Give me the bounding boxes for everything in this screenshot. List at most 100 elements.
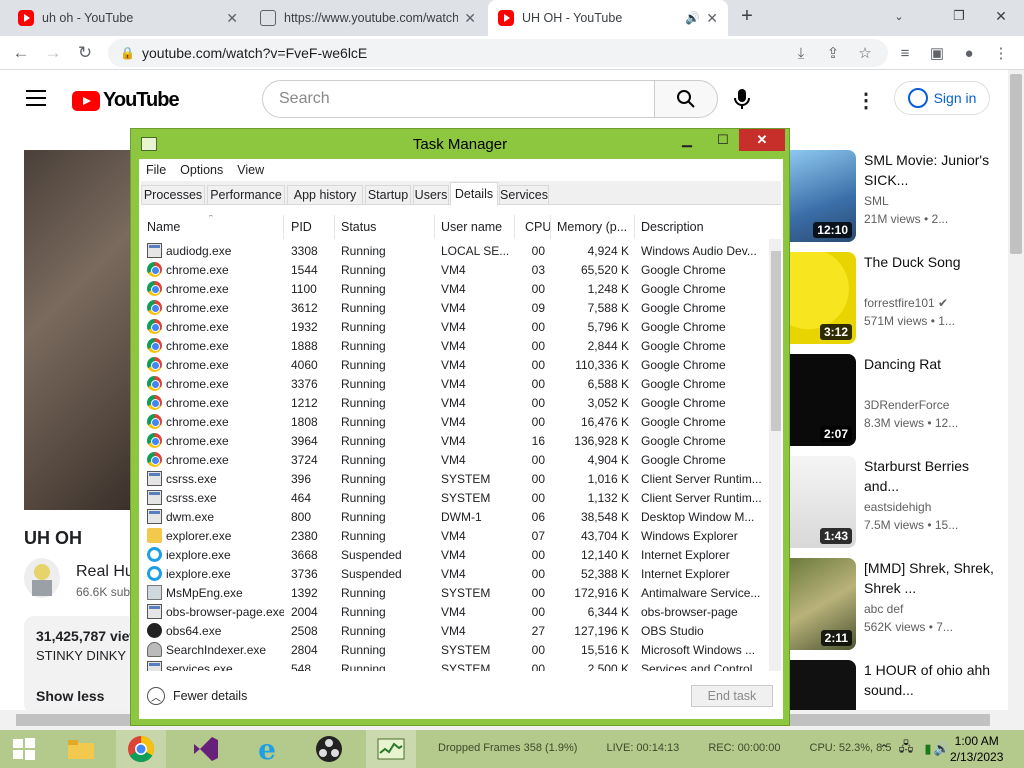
media-control-icon[interactable]: ≡ [894,42,916,64]
recommended-video[interactable]: 1 HOUR of ohio ahh sound... [788,660,1008,710]
table-row[interactable]: dwm.exe 800 Running DWM-1 06 38,548 K Desktop … [141,507,771,526]
table-row[interactable]: chrome.exe 3376 Running VM4 00 6,588 K Google … [141,374,771,393]
close-icon[interactable]: ✕ [739,129,785,151]
column-header-name[interactable]: Name ⌃ [141,215,284,239]
recommended-video[interactable]: 2:07 Dancing Rat 3DRenderForce 8.3M view… [788,354,1008,446]
recommended-video[interactable]: 3:12 The Duck Song forrestfire101 ✔ 571M… [788,252,1008,344]
install-app-icon[interactable]: ⤓ [790,42,812,64]
tab-details[interactable]: Details [450,182,498,206]
table-row[interactable]: audiodg.exe 3308 Running LOCAL SE... 00 4,924… [141,241,771,260]
table-row[interactable]: services.exe 548 Running SYSTEM 00 2,500 K Ser… [141,659,771,671]
table-row[interactable]: chrome.exe 1888 Running VM4 00 2,844 K Google … [141,336,771,355]
tray-overflow-icon[interactable]: ⌃ [874,730,894,768]
reload-icon[interactable]: ↻ [72,40,98,66]
grid-scroll-thumb[interactable] [771,251,781,431]
tab-close-icon[interactable]: ✕ [226,10,238,27]
chrome-taskbar-icon[interactable] [116,730,166,768]
tab-app-history[interactable]: App history [287,185,363,205]
table-row[interactable]: MsMpEng.exe 1392 Running SYSTEM 00 172,916 K A… [141,583,771,602]
tab-close-icon[interactable]: ✕ [706,10,718,27]
address-bar[interactable]: 🔒 youtube.com/watch?v=FveF-we6lcE [108,39,888,67]
tab-users[interactable]: Users [413,185,449,205]
minimize-icon[interactable]: ▁ [671,129,703,151]
table-row[interactable]: chrome.exe 3964 Running VM4 16 136,928 K Googl… [141,431,771,450]
table-row[interactable]: SearchIndexer.exe 2804 Running SYSTEM 00 15,5… [141,640,771,659]
recommended-video[interactable]: 12:10 SML Movie: Junior's SICK... SML 21… [788,150,1008,242]
table-row[interactable]: obs64.exe 2508 Running VM4 27 127,196 K OBS St… [141,621,771,640]
tab-processes[interactable]: Processes [141,185,205,205]
restore-window-icon[interactable]: ❐ [938,0,980,32]
column-header-description[interactable]: Description [635,215,767,239]
channel-avatar[interactable] [24,558,60,598]
forward-arrow-icon[interactable]: → [40,40,66,66]
recommended-video[interactable]: 2:11 [MMD] Shrek, Shrek, Shrek ... abc d… [788,558,1008,650]
more-options-icon[interactable]: ⋮ [856,88,876,113]
start-windows-icon[interactable] [4,730,44,768]
tab-startup[interactable]: Startup [365,185,411,205]
browser-menu-icon[interactable]: ⋮ [990,42,1012,64]
browser-tab-2[interactable]: https://www.youtube.com/watch ✕ [250,0,486,36]
column-header-user[interactable]: User name [435,215,515,239]
cell-text: Suspended [341,566,402,581]
network-icon[interactable]: 🖧 [896,730,916,768]
audio-playing-icon[interactable]: 🔊 [685,11,700,25]
menu-view[interactable]: View [230,163,271,177]
table-row[interactable]: csrss.exe 396 Running SYSTEM 00 1,016 K Client… [141,469,771,488]
browser-tab-3-active[interactable]: UH OH - YouTube 🔊 ✕ [488,0,728,36]
profile-avatar-icon[interactable]: ● [958,42,980,64]
table-row[interactable]: chrome.exe 1808 Running VM4 00 16,476 K Google… [141,412,771,431]
tab-performance[interactable]: Performance [207,185,285,205]
search-input[interactable]: Search [262,80,655,118]
tab-services[interactable]: Services [499,185,549,205]
table-row[interactable]: explorer.exe 2380 Running VM4 07 43,704 K Wind… [141,526,771,545]
menu-file[interactable]: File [139,163,173,177]
table-row[interactable]: chrome.exe 3724 Running VM4 00 4,904 K Google … [141,450,771,469]
volume-icon[interactable]: 🔊 [932,730,952,768]
share-icon[interactable]: ⇪ [822,42,844,64]
table-row[interactable]: chrome.exe 3612 Running VM4 09 7,588 K Google … [141,298,771,317]
sign-in-button[interactable]: Sign in [894,81,990,115]
task-manager-taskbar-icon[interactable] [366,730,416,768]
close-window-icon[interactable]: ✕ [980,0,1022,32]
table-row[interactable]: csrss.exe 464 Running SYSTEM 00 1,132 K Client… [141,488,771,507]
table-row[interactable]: chrome.exe 4060 Running VM4 00 110,336 K Googl… [141,355,771,374]
end-task-button[interactable]: End task [691,685,773,707]
system-clock[interactable]: 1:00 AM 2/13/2023 [950,733,1003,765]
back-arrow-icon[interactable]: ← [8,40,34,66]
cell-status: Running [341,260,435,279]
table-row[interactable]: chrome.exe 1212 Running VM4 00 3,052 K Google … [141,393,771,412]
table-row[interactable]: iexplore.exe 3668 Suspended VM4 00 12,140 K In… [141,545,771,564]
obs-studio-icon[interactable] [304,730,354,768]
file-explorer-icon[interactable] [56,730,106,768]
microphone-icon[interactable] [734,88,750,115]
visual-studio-icon[interactable] [180,730,230,768]
bookmark-star-icon[interactable]: ☆ [854,42,876,64]
video-player[interactable] [24,150,134,510]
side-panel-icon[interactable]: ▣ [926,42,948,64]
recommended-video[interactable]: 1:43 Starburst Berries and... eastsidehi… [788,456,1008,548]
page-scroll-thumb[interactable] [1010,74,1022,254]
maximize-icon[interactable]: ☐ [707,129,739,151]
fewer-details-button[interactable]: ︿ Fewer details [147,687,247,705]
menu-options[interactable]: Options [173,163,230,177]
column-header-pid[interactable]: PID [285,215,335,239]
search-button[interactable] [654,80,718,118]
show-less-button[interactable]: Show less [36,688,104,704]
column-header-status[interactable]: Status [335,215,435,239]
youtube-logo[interactable]: YouTube [72,89,180,112]
tab-close-icon[interactable]: ✕ [464,10,476,27]
new-tab-button[interactable]: + [730,0,764,32]
column-header-memory[interactable]: Memory (p... [551,215,635,239]
table-row[interactable]: iexplore.exe 3736 Suspended VM4 00 52,388 K In… [141,564,771,583]
browser-tab-1[interactable]: uh oh - YouTube ✕ [8,0,248,36]
task-manager-titlebar[interactable]: Task Manager ▁ ☐ ✕ [131,129,789,159]
column-header-cpu[interactable]: CPU [515,215,551,239]
table-row[interactable]: chrome.exe 1100 Running VM4 00 1,248 K Google … [141,279,771,298]
table-row[interactable]: chrome.exe 1544 Running VM4 03 65,520 K Google… [141,260,771,279]
channel-name[interactable]: Real Hu [76,563,134,581]
table-row[interactable]: chrome.exe 1932 Running VM4 00 5,796 K Google … [141,317,771,336]
internet-explorer-icon[interactable]: e [242,730,292,768]
tab-search-icon[interactable]: ⌄ [878,0,920,32]
hamburger-menu-icon[interactable] [26,90,46,106]
table-row[interactable]: obs-browser-page.exe 2004 Running VM4 00 6,34… [141,602,771,621]
